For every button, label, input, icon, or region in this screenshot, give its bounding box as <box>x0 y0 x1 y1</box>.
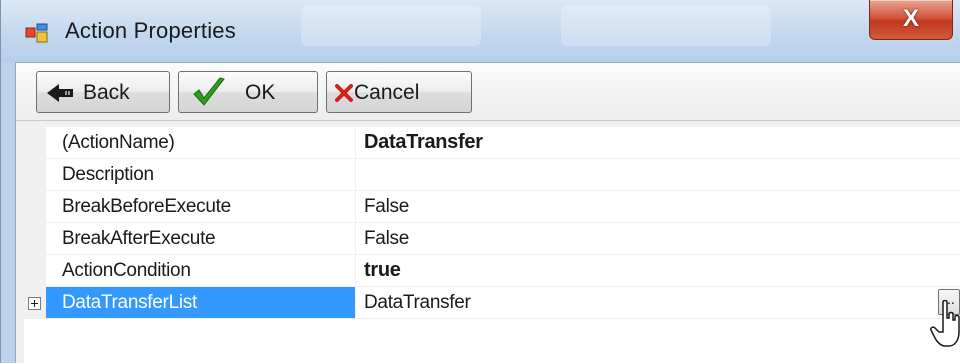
property-name: BreakAfterExecute <box>46 223 356 255</box>
close-icon: X <box>902 5 919 32</box>
title-bar[interactable]: Action Properties X <box>1 0 960 62</box>
property-name: Description <box>46 159 356 191</box>
mouse-cursor-icon <box>930 300 960 347</box>
property-row-action-name[interactable]: (ActionName) DataTransfer <box>24 127 960 159</box>
action-properties-window: Action Properties X Back OK Cancel (Acti… <box>0 0 960 364</box>
property-name: BreakBeforeExecute <box>46 191 356 223</box>
cancel-button[interactable]: Cancel <box>326 71 472 113</box>
check-icon <box>193 77 225 106</box>
row-gutter <box>24 255 46 287</box>
property-value[interactable]: DataTransfer <box>356 287 960 319</box>
property-name: DataTransferList <box>46 287 356 319</box>
cancel-x-icon <box>335 84 353 102</box>
dialog-client-area: Back OK Cancel (ActionName) DataTransfer <box>15 62 960 364</box>
property-row-data-transfer-list[interactable]: DataTransferList DataTransfer ... <box>24 287 960 319</box>
property-row-description[interactable]: Description <box>24 159 960 191</box>
row-gutter <box>24 127 46 159</box>
property-value[interactable] <box>356 159 960 191</box>
row-gutter <box>24 191 46 223</box>
property-row-break-after-execute[interactable]: BreakAfterExecute False <box>24 223 960 255</box>
property-row-action-condition[interactable]: ActionCondition true <box>24 255 960 287</box>
ok-button-label: OK <box>245 81 276 104</box>
row-gutter <box>24 159 46 191</box>
property-value[interactable]: False <box>356 191 960 223</box>
property-value[interactable]: true <box>356 255 960 287</box>
row-gutter <box>24 223 46 255</box>
row-gutter <box>24 287 46 319</box>
property-value[interactable]: DataTransfer <box>356 127 960 159</box>
property-name: (ActionName) <box>46 127 356 159</box>
back-button[interactable]: Back <box>36 71 170 113</box>
property-value[interactable]: False <box>356 223 960 255</box>
title-bar-reflection <box>301 6 481 46</box>
window-title: Action Properties <box>65 18 236 43</box>
expand-plus-icon[interactable] <box>28 297 41 310</box>
app-icon <box>25 23 48 43</box>
close-button[interactable]: X <box>869 0 953 40</box>
back-button-label: Back <box>83 81 130 104</box>
title-bar-reflection <box>561 6 771 46</box>
property-row-break-before-execute[interactable]: BreakBeforeExecute False <box>24 191 960 223</box>
back-arrow-icon <box>47 84 73 102</box>
property-name: ActionCondition <box>46 255 356 287</box>
toolbar: Back OK Cancel <box>16 63 960 121</box>
ok-button[interactable]: OK <box>178 71 318 113</box>
property-grid: (ActionName) DataTransfer Description Br… <box>24 127 960 364</box>
cancel-button-label: Cancel <box>354 81 420 104</box>
